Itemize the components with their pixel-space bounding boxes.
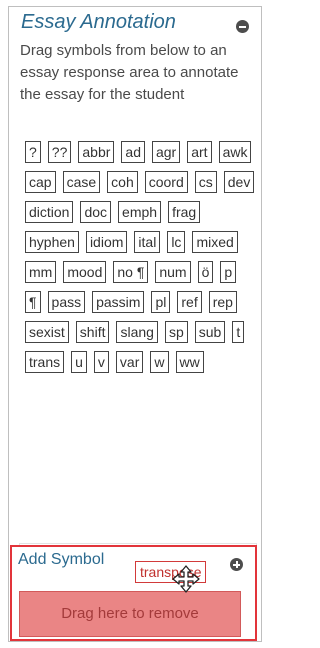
symbol-chip[interactable]: awk (218, 141, 252, 163)
symbol-chip[interactable]: ¶ (25, 291, 41, 313)
symbol-chip[interactable]: mixed (192, 231, 238, 253)
symbol-chip[interactable]: var (115, 351, 144, 373)
symbol-chip[interactable]: mm (25, 261, 57, 283)
symbol-chip[interactable]: abbr (78, 141, 115, 163)
symbol-chip[interactable]: case (62, 171, 101, 193)
symbol-chip[interactable]: passim (92, 291, 145, 313)
symbol-chip[interactable]: sp (164, 321, 188, 343)
symbol-chip[interactable]: coord (144, 171, 188, 193)
symbol-chip[interactable]: cs (194, 171, 217, 193)
symbol-chip[interactable]: ?? (47, 141, 72, 163)
symbol-chip[interactable]: ital (134, 231, 161, 253)
symbol-chip[interactable]: dev (223, 171, 255, 193)
symbol-chip[interactable]: cap (25, 171, 56, 193)
add-symbol-title[interactable]: Add Symbol (18, 551, 104, 569)
symbol-chip[interactable]: sexist (25, 321, 69, 343)
symbol-palette: ??? abbr ad agr art awk cap case coh coord cs dev di… (25, 141, 257, 373)
plus-circle-icon[interactable] (230, 558, 243, 571)
symbol-chip[interactable]: slang (116, 321, 158, 343)
symbol-chip[interactable]: sub (194, 321, 226, 343)
symbol-chip[interactable]: u (71, 351, 87, 373)
symbol-chip[interactable]: frag (168, 201, 201, 223)
symbol-chip[interactable]: ö (197, 261, 214, 283)
symbol-chip[interactable]: idiom (85, 231, 128, 253)
symbol-chip[interactable]: doc (80, 201, 112, 223)
move-cursor-icon (172, 565, 200, 593)
minus-circle-icon[interactable] (236, 20, 249, 33)
symbol-chip[interactable]: t (232, 321, 245, 343)
panel-title: Essay Annotation (21, 11, 176, 33)
symbol-chip[interactable]: p (220, 261, 237, 283)
symbol-chip[interactable]: coh (107, 171, 138, 193)
symbol-chip[interactable]: shift (75, 321, 110, 343)
symbol-chip[interactable]: emph (118, 201, 162, 223)
symbol-chip[interactable]: w (150, 351, 169, 373)
add-symbol-section: Add Symbol Drag here to remove (10, 545, 257, 641)
symbol-chip[interactable]: ad (121, 141, 145, 163)
symbol-chip[interactable]: ref (177, 291, 202, 313)
symbol-chip[interactable]: diction (25, 201, 74, 223)
symbol-chip[interactable]: num (155, 261, 191, 283)
remove-drop-zone[interactable]: Drag here to remove (19, 591, 241, 637)
symbol-chip[interactable]: rep (208, 291, 237, 313)
symbol-chip[interactable]: lc (167, 231, 186, 253)
symbol-chip[interactable]: v (93, 351, 109, 373)
symbol-chip[interactable]: hyphen (25, 231, 79, 253)
symbol-chip[interactable]: no ¶ (113, 261, 149, 283)
symbol-chip[interactable]: ? (25, 141, 41, 163)
panel-instructions: Drag symbols from below to an essay resp… (20, 42, 239, 103)
symbol-chip[interactable]: mood (63, 261, 107, 283)
symbol-chip[interactable]: pass (47, 291, 86, 313)
symbol-chip[interactable]: trans (25, 351, 65, 373)
symbol-chip[interactable]: pl (151, 291, 171, 313)
symbol-chip[interactable]: agr (151, 141, 181, 163)
symbol-chip[interactable]: art (187, 141, 212, 163)
symbol-chip[interactable]: ww (175, 351, 204, 373)
